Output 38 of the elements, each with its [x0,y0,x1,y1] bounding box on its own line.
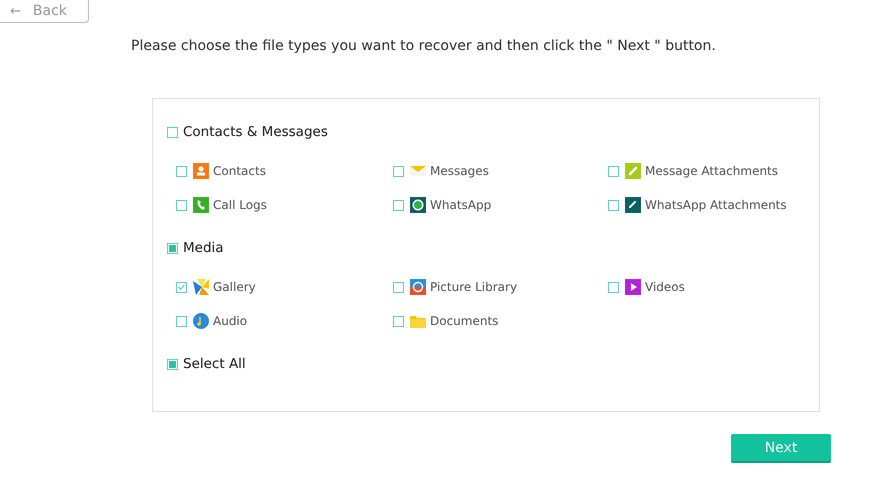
group-label: Media [183,240,224,256]
phone-icon [193,197,209,213]
pinwheel-icon [193,279,209,295]
select-all-checkbox[interactable] [167,358,178,370]
checkbox[interactable] [393,282,404,292]
music-note-icon [193,313,209,329]
file-type-label: WhatsApp Attachments [645,198,787,212]
checkbox[interactable] [608,166,619,176]
folder-icon [410,313,426,329]
checkbox[interactable] [176,316,187,326]
file-type-label: Picture Library [430,280,518,294]
checkbox[interactable] [393,200,404,210]
group-checkbox[interactable] [167,242,178,254]
checkbox[interactable] [393,166,404,176]
file-type-label: Documents [430,314,498,328]
file-type-label: Message Attachments [645,164,778,178]
group-checkbox[interactable] [167,126,178,138]
person-icon [193,163,209,179]
file-type-label: Contacts [213,164,266,178]
file-type-label: Videos [645,280,685,294]
checkbox[interactable] [608,200,619,210]
next-button[interactable]: Next [731,434,831,463]
file-type-label: Audio [213,314,248,328]
group-label: Contacts & Messages [183,124,328,140]
file-type-label: Messages [430,164,489,178]
select-all-label: Select All [183,356,246,372]
file-type-label: WhatsApp [430,198,492,212]
back-button[interactable]: ← Back [0,0,89,23]
file-type-label: Call Logs [213,198,267,212]
instruction-text: Please choose the file types you want to recover and then click the " Next " button. [131,38,717,54]
checkbox[interactable] [393,316,404,326]
checkbox[interactable] [176,166,187,176]
checkbox[interactable] [176,282,187,292]
envelope-icon [410,163,426,179]
checkbox[interactable] [176,200,187,210]
file-type-label: Gallery [213,280,256,294]
checkbox[interactable] [608,282,619,292]
play-icon [625,279,641,295]
